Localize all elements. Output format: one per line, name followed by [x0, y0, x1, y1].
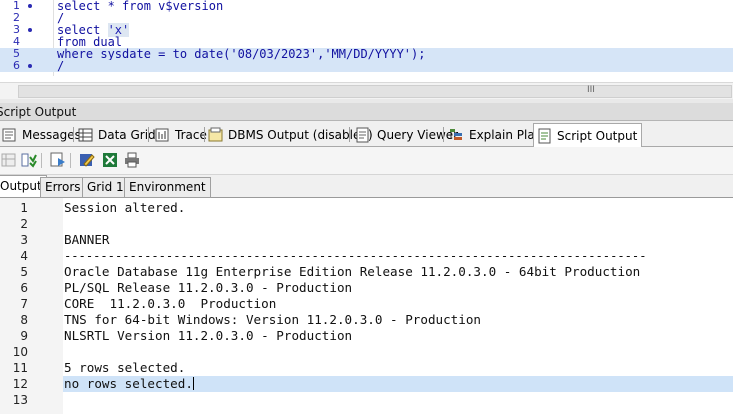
output-line-number: 9 [20, 329, 28, 343]
output-line[interactable]: 8 TNS for 64-bit Windows: Version 11.2.0.… [0, 312, 733, 328]
tab-label: Script Output [557, 128, 638, 143]
output-line-text: ----------------------------------------… [64, 249, 647, 263]
subtab-errors[interactable]: Errors [40, 177, 86, 198]
tab-divider [349, 127, 350, 142]
scrollbar-grip: III [587, 85, 595, 95]
script-output-icon [537, 128, 553, 144]
code-text: / [57, 59, 65, 73]
code-text: where sysdate = to_date('08/03/2023','MM… [57, 48, 425, 60]
tab-messages[interactable]: Messages [2, 124, 81, 145]
output-line-text: CORE 11.2.0.3.0 Production [64, 296, 277, 311]
output-line-number: 2 [20, 217, 28, 231]
tab-label: Query Viewer [377, 127, 459, 142]
tab-dbms-output[interactable]: DBMS Output (disabled) [208, 124, 373, 145]
trace-icon [155, 127, 171, 143]
scrollbar-thumb[interactable] [18, 85, 732, 98]
statement-marker-icon [28, 28, 32, 32]
grid-icon[interactable] [1, 152, 17, 168]
editor-horizontal-scrollbar[interactable]: III [0, 82, 733, 100]
output-line[interactable]: 13 [0, 392, 733, 408]
statement-marker-icon [28, 4, 32, 8]
output-line-number: 4 [20, 249, 28, 263]
line-number: 6 [13, 59, 20, 72]
tab-data-grid[interactable]: Data Grid [78, 124, 156, 145]
excel-icon[interactable] [102, 152, 118, 168]
output-line-number: 3 [20, 233, 28, 247]
output-toolbar [0, 147, 733, 175]
grid-icon [78, 127, 94, 143]
dbms-output-icon [208, 127, 224, 143]
tab-divider [204, 127, 205, 142]
tab-label: Trace [175, 127, 207, 142]
output-line-content: no rows selected. [64, 376, 193, 391]
sql-editor[interactable]: 1 select * from v$version 2 / 3 select '… [0, 0, 733, 82]
output-line-number: 13 [12, 393, 28, 407]
editor-line[interactable]: 6 / [0, 60, 733, 72]
output-line-number: 8 [20, 313, 28, 327]
output-line[interactable]: 6 PL/SQL Release 11.2.0.3.0 - Production [0, 280, 733, 296]
code-string: 'MM/DD/YYYY' [324, 47, 412, 61]
tab-divider [73, 127, 74, 142]
messages-icon [2, 127, 18, 143]
output-line-number: 1 [20, 201, 28, 215]
output-line-current[interactable]: 12 no rows selected. [0, 376, 733, 392]
query-viewer-icon [355, 127, 371, 143]
script-output-area[interactable]: 1 Session altered. 2 3 BANNER 4 -----------… [0, 198, 733, 414]
tab-trace[interactable]: Trace [155, 124, 207, 145]
output-line[interactable]: 10 [0, 344, 733, 360]
output-line[interactable]: 2 [0, 216, 733, 232]
output-line-number: 10 [12, 345, 28, 359]
output-line-number: 11 [12, 361, 28, 375]
code-punct: ); [411, 47, 426, 61]
tab-divider [148, 127, 149, 142]
output-line[interactable]: 1 Session altered. [0, 200, 733, 216]
text-caret [192, 377, 194, 390]
toolbar-divider [41, 153, 42, 168]
tab-label: Explain Plan [469, 127, 543, 142]
editor-line-current[interactable]: 5 where sysdate = to_date('08/03/2023','… [0, 48, 733, 60]
output-line-number: 12 [12, 377, 28, 391]
tab-label: DBMS Output (disabled) [228, 127, 373, 142]
output-line-number: 7 [20, 297, 28, 311]
run-icon[interactable] [50, 152, 66, 168]
editor-line[interactable]: 1 select * from v$version [0, 0, 733, 12]
filter-icon[interactable] [21, 152, 37, 168]
output-line-text: 5 rows selected. [64, 360, 186, 375]
tab-script-output[interactable]: Script Output [533, 123, 643, 147]
output-line-text: Session altered. [64, 200, 186, 215]
statement-marker-icon [28, 64, 32, 68]
result-tabs: Messages Data Grid Trace DBMS Output (di… [0, 121, 733, 147]
output-line-number: 6 [20, 281, 28, 295]
output-line-text: TNS for 64-bit Windows: Version 11.2.0.3… [64, 312, 482, 327]
output-line-text: NLSRTL Version 11.2.0.3.0 - Production [64, 328, 353, 343]
tab-label: Data Grid [98, 127, 156, 142]
output-line[interactable]: 5 Oracle Database 11g Enterprise Edition … [0, 264, 733, 280]
output-line-text: BANNER [64, 232, 110, 247]
output-line-text: PL/SQL Release 11.2.0.3.0 - Production [64, 280, 353, 295]
panel-title: Script Output [0, 105, 77, 119]
output-subtabs: Output Errors Grid 1 Environment [0, 175, 733, 198]
output-line[interactable]: 7 CORE 11.2.0.3.0 Production [0, 296, 733, 312]
explain-plan-icon [449, 127, 465, 143]
code-string: '08/03/2023' [230, 47, 318, 61]
subtab-environment[interactable]: Environment [124, 177, 211, 198]
toolbar-divider [70, 153, 71, 168]
output-line-number: 5 [20, 265, 28, 279]
subtab-grid-1[interactable]: Grid 1 [82, 177, 129, 198]
output-line[interactable]: 4 ---------------------------------------… [0, 248, 733, 264]
print-icon[interactable] [124, 152, 140, 168]
output-line[interactable]: 11 5 rows selected. [0, 360, 733, 376]
tab-explain-plan[interactable]: Explain Plan [449, 124, 542, 145]
panel-title-bar: Script Output [0, 103, 733, 121]
tab-divider [443, 127, 444, 142]
edit-icon[interactable] [79, 152, 95, 168]
output-line[interactable]: 3 BANNER [0, 232, 733, 248]
output-line[interactable]: 9 NLSRTL Version 11.2.0.3.0 - Production [0, 328, 733, 344]
code-keyword: where sysdate = to_date( [57, 47, 231, 61]
output-line-text: Oracle Database 11g Enterprise Edition R… [64, 264, 641, 279]
output-line-text: no rows selected. [64, 376, 194, 392]
code-text: select * from v$version [57, 0, 224, 13]
